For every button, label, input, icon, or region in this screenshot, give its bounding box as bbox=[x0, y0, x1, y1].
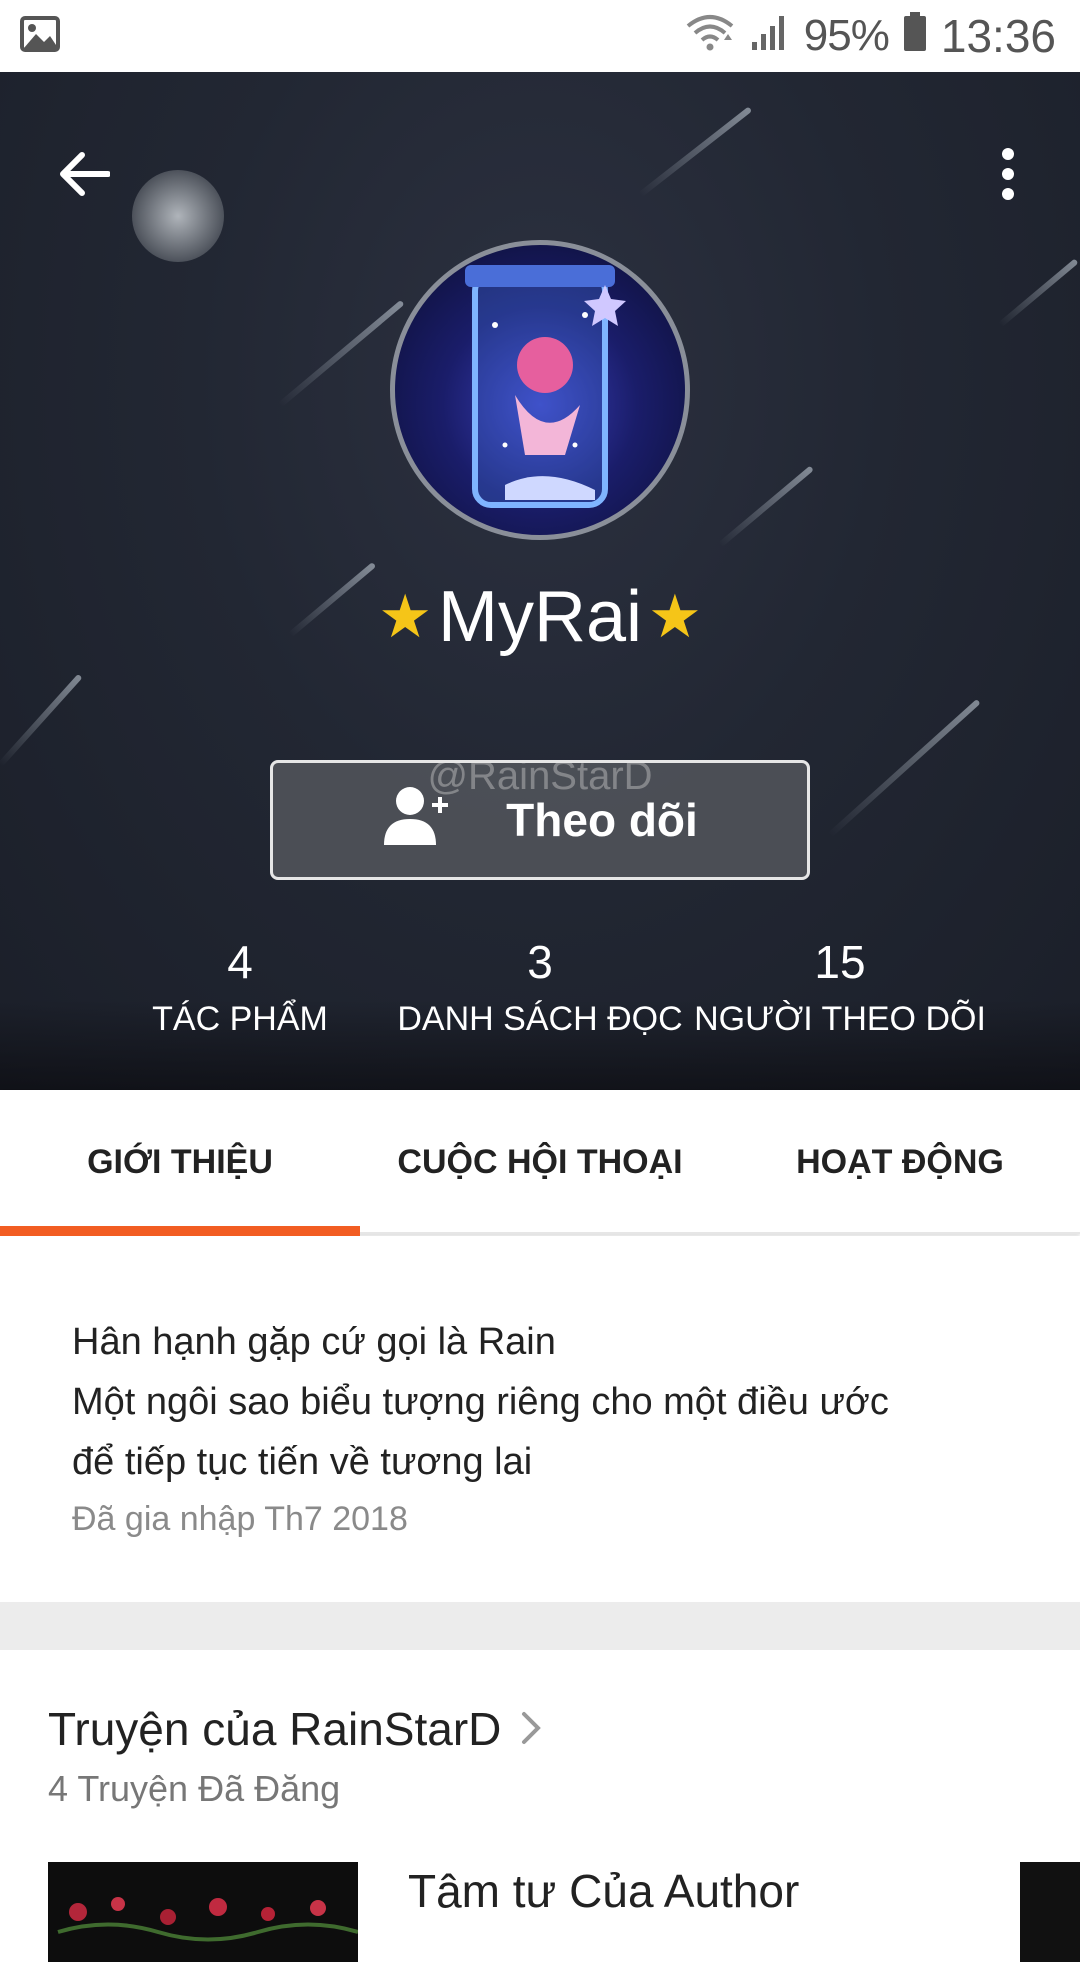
avatar[interactable] bbox=[390, 240, 690, 540]
section-divider bbox=[0, 1602, 1080, 1650]
follow-button[interactable]: Theo dõi bbox=[270, 760, 810, 880]
stat-value: 15 bbox=[814, 936, 866, 988]
avatar-image bbox=[465, 265, 626, 508]
add-user-icon bbox=[382, 783, 452, 858]
background-streak bbox=[998, 258, 1079, 328]
tab-activity[interactable]: HOẠT ĐỘNG bbox=[720, 1090, 1080, 1234]
stories-title: Truyện của RainStarD bbox=[48, 1703, 502, 1755]
status-left bbox=[20, 15, 60, 57]
story-cover[interactable] bbox=[48, 1862, 358, 1962]
more-options-button[interactable] bbox=[960, 128, 1056, 224]
stat-label: NGƯỜI THEO DÕI bbox=[694, 1000, 986, 1038]
tab-conversations[interactable]: CUỘC HỘI THOẠI bbox=[360, 1090, 720, 1234]
battery-percent: 95% bbox=[803, 11, 890, 60]
signal-icon bbox=[750, 9, 790, 63]
clock: 13:36 bbox=[940, 10, 1056, 62]
background-streak bbox=[718, 465, 814, 548]
wifi-icon bbox=[684, 9, 736, 63]
tab-about[interactable]: GIỚI THIỆU bbox=[0, 1090, 360, 1236]
status-bar: 95% 13:36 bbox=[0, 0, 1080, 72]
stat-works[interactable]: 4 TÁC PHẨM bbox=[90, 934, 390, 1054]
about-line: Một ngôi sao biểu tượng riêng cho một đi… bbox=[72, 1381, 889, 1423]
background-streak bbox=[638, 106, 753, 198]
story-title[interactable]: Tâm tư Của Author bbox=[408, 1864, 799, 1918]
stat-label: DANH SÁCH ĐỌC bbox=[397, 1000, 683, 1038]
background-moon bbox=[132, 170, 224, 262]
about-line: Hân hạnh gặp cứ gọi là Rain bbox=[72, 1321, 556, 1363]
story-cover-image bbox=[48, 1862, 358, 1962]
display-name: ★ MyRai ★ bbox=[0, 572, 1080, 662]
stories-count: 4 Truyện Đã Đăng bbox=[48, 1768, 341, 1809]
about-section: Hân hạnh gặp cứ gọi là Rain Một ngôi sao… bbox=[0, 1236, 1080, 1602]
star-icon: ★ bbox=[378, 583, 432, 650]
about-line: để tiếp tục tiến về tương lai bbox=[72, 1441, 533, 1483]
back-button[interactable] bbox=[36, 128, 132, 224]
stories-section: Truyện của RainStarD 4 Truyện Đã Đăng Tâ… bbox=[0, 1650, 1080, 1962]
battery-icon bbox=[903, 9, 927, 63]
follow-button-label: Theo dõi bbox=[506, 794, 698, 846]
profile-tabs: GIỚI THIỆU CUỘC HỘI THOẠI HOẠT ĐỘNG bbox=[0, 1090, 1080, 1236]
story-cover[interactable] bbox=[1020, 1862, 1080, 1962]
chevron-right-icon bbox=[521, 1702, 542, 1756]
arrow-left-icon bbox=[58, 150, 111, 203]
stat-value: 4 bbox=[227, 936, 253, 988]
stat-label: TÁC PHẨM bbox=[152, 1000, 328, 1038]
profile-header: ★ MyRai ★ @RainStarD Theo dõi 4 TÁC PHẨM… bbox=[0, 72, 1080, 1090]
display-name-text: MyRai bbox=[437, 577, 642, 657]
stories-header-link[interactable]: Truyện của RainStarD bbox=[48, 1702, 542, 1756]
more-vertical-icon bbox=[1000, 147, 1016, 206]
profile-stats: 4 TÁC PHẨM 3 DANH SÁCH ĐỌC 15 NGƯỜI THEO… bbox=[0, 934, 1080, 1054]
background-streak bbox=[278, 299, 405, 408]
stat-reading-lists[interactable]: 3 DANH SÁCH ĐỌC bbox=[390, 934, 690, 1054]
joined-date: Đã gia nhập Th7 2018 bbox=[72, 1500, 408, 1538]
stat-followers[interactable]: 15 NGƯỜI THEO DÕI bbox=[690, 934, 990, 1054]
status-right: 95% 13:36 bbox=[684, 9, 1056, 63]
stat-value: 3 bbox=[527, 936, 553, 988]
gallery-notification-icon bbox=[20, 15, 60, 57]
star-icon: ★ bbox=[648, 583, 702, 650]
